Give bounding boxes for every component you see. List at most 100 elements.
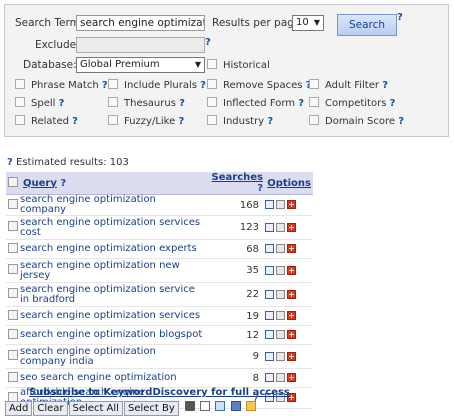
clear-button[interactable]: Clear xyxy=(33,401,68,416)
results-per-page-value: 10 xyxy=(296,17,309,28)
query-cell[interactable]: search engine optimization new jersey xyxy=(20,258,203,283)
chart-icon[interactable] xyxy=(265,265,274,275)
query-cell[interactable]: seo search engine optimization xyxy=(20,368,203,388)
help-icon[interactable]: ? xyxy=(298,98,304,109)
row-checkbox[interactable] xyxy=(6,368,20,388)
help-icon[interactable]: ? xyxy=(390,98,396,109)
chart-icon[interactable] xyxy=(265,311,274,320)
database-select[interactable]: Global Premium ▼ xyxy=(76,57,205,73)
chart-icon[interactable] xyxy=(265,289,274,299)
option-thesaurus[interactable]: Thesaurus ? xyxy=(108,97,185,109)
gear-icon[interactable] xyxy=(276,200,285,209)
help-icon[interactable]: ? xyxy=(102,80,108,91)
email-icon[interactable] xyxy=(200,401,211,411)
option-remove-spaces[interactable]: Remove Spaces ? xyxy=(207,79,311,91)
print-icon[interactable] xyxy=(184,401,195,411)
add-icon[interactable]: + xyxy=(287,330,296,339)
select-all-button[interactable]: Select All xyxy=(68,401,123,416)
add-icon[interactable]: + xyxy=(287,244,296,253)
estimated-results: ? Estimated results: 103 xyxy=(7,157,129,168)
select-by-button[interactable]: Select By xyxy=(123,401,179,416)
option-adult-filter[interactable]: Adult Filter ? xyxy=(309,79,388,91)
gear-icon[interactable] xyxy=(276,265,285,275)
note-icon[interactable] xyxy=(245,401,256,411)
gear-icon[interactable] xyxy=(276,222,285,232)
historical-checkbox[interactable]: Historical xyxy=(207,59,270,71)
option-inflected-form[interactable]: Inflected Form ? xyxy=(207,97,304,109)
query-cell[interactable]: search engine optimization services cost xyxy=(20,215,203,240)
option-include-plurals[interactable]: Include Plurals ? xyxy=(108,79,206,91)
query-cell[interactable]: search engine optimization company india xyxy=(20,344,203,369)
row-checkbox[interactable] xyxy=(6,215,20,240)
row-checkbox[interactable] xyxy=(6,258,20,283)
gear-icon[interactable] xyxy=(276,311,285,320)
row-checkbox[interactable] xyxy=(6,344,20,369)
select-all-header[interactable] xyxy=(6,172,20,195)
option-domain-score[interactable]: Domain Score ? xyxy=(309,115,404,127)
row-checkbox[interactable] xyxy=(6,306,20,326)
options-link[interactable]: Options xyxy=(267,178,311,189)
searches-sort-link[interactable]: Searches xyxy=(212,172,263,183)
help-icon[interactable]: ? xyxy=(59,98,65,109)
row-checkbox[interactable] xyxy=(6,325,20,345)
add-icon[interactable]: + xyxy=(287,351,296,361)
search-help-icon[interactable]: ? xyxy=(397,12,403,23)
add-icon[interactable]: + xyxy=(287,200,296,209)
table-row: search engine optimization company india… xyxy=(6,344,313,369)
chart-icon[interactable] xyxy=(265,351,274,361)
help-icon[interactable]: ? xyxy=(398,116,404,127)
searches-header[interactable]: Searches ? xyxy=(203,172,263,195)
query-cell[interactable]: search engine optimization experts xyxy=(20,239,203,259)
exclude-input[interactable] xyxy=(76,37,205,53)
query-help-icon[interactable]: ? xyxy=(60,178,66,189)
search-term-input[interactable]: search engine optimization xyxy=(76,15,205,31)
gear-icon[interactable] xyxy=(276,289,285,299)
help-icon[interactable]: ? xyxy=(382,80,388,91)
add-icon[interactable]: + xyxy=(287,265,296,275)
searches-cell: 8 xyxy=(203,368,263,388)
chart-icon[interactable] xyxy=(265,222,274,232)
help-icon[interactable]: ? xyxy=(267,116,273,127)
row-checkbox[interactable] xyxy=(6,282,20,307)
searches-help-icon[interactable]: ? xyxy=(257,183,263,194)
help-icon[interactable]: ? xyxy=(179,98,185,109)
chart-icon[interactable] xyxy=(265,244,274,253)
row-checkbox[interactable] xyxy=(6,194,20,216)
option-spell[interactable]: Spell ? xyxy=(15,97,64,109)
query-cell[interactable]: search engine optimization company xyxy=(20,194,203,216)
help-icon[interactable]: ? xyxy=(200,80,206,91)
option-related[interactable]: Related ? xyxy=(15,115,78,127)
add-icon[interactable]: + xyxy=(287,222,296,232)
estimated-help-icon[interactable]: ? xyxy=(7,157,13,168)
chart-icon[interactable] xyxy=(265,330,274,339)
csv-icon[interactable] xyxy=(230,401,241,411)
add-icon[interactable]: + xyxy=(287,311,296,320)
search-button[interactable]: Search xyxy=(337,14,397,36)
option-phrase-match[interactable]: Phrase Match ? xyxy=(15,79,108,91)
exclude-help-icon[interactable]: ? xyxy=(205,37,211,48)
query-cell[interactable]: search engine optimization services xyxy=(20,306,203,326)
add-icon[interactable]: + xyxy=(287,373,296,382)
subscribe-link[interactable]: Subscribe to KeywordDiscovery for full a… xyxy=(6,387,313,398)
gear-icon[interactable] xyxy=(276,351,285,361)
results-per-page-select[interactable]: 10 ▼ xyxy=(292,15,324,31)
add-button[interactable]: Add xyxy=(5,401,33,416)
query-sort-link[interactable]: Query xyxy=(23,178,57,189)
help-icon[interactable]: ? xyxy=(72,116,78,127)
export-icon[interactable] xyxy=(215,401,226,411)
checkbox-icon xyxy=(207,97,217,107)
option-fuzzy-like[interactable]: Fuzzy/Like ? xyxy=(108,115,184,127)
chart-icon[interactable] xyxy=(265,200,274,209)
option-industry[interactable]: Industry ? xyxy=(207,115,273,127)
chart-icon[interactable] xyxy=(265,373,274,382)
gear-icon[interactable] xyxy=(276,244,285,253)
option-competitors[interactable]: Competitors ? xyxy=(309,97,395,109)
query-header[interactable]: Query ? xyxy=(20,172,203,195)
row-checkbox[interactable] xyxy=(6,239,20,259)
gear-icon[interactable] xyxy=(276,330,285,339)
gear-icon[interactable] xyxy=(276,373,285,382)
add-icon[interactable]: + xyxy=(287,289,296,299)
help-icon[interactable]: ? xyxy=(178,116,184,127)
query-cell[interactable]: search engine optimization service in br… xyxy=(20,282,203,307)
query-cell[interactable]: search engine optimization blogspot xyxy=(20,325,203,345)
